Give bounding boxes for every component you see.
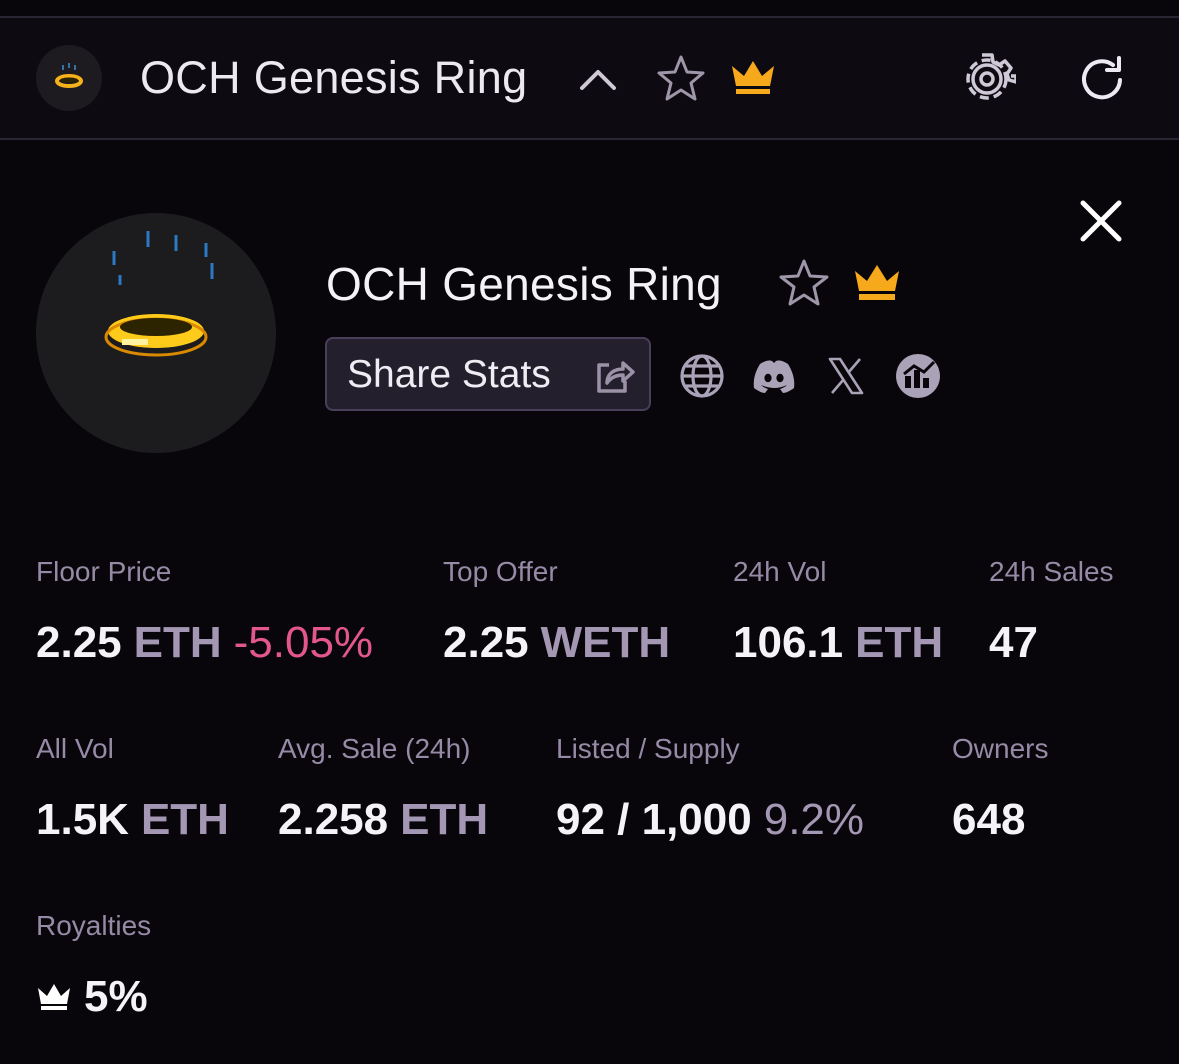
vol-24h-amount: 106.1 — [733, 618, 844, 667]
listed-supply-value: 92 / 1,000 9.2% — [556, 795, 864, 845]
top-offer-value: 2.25 WETH — [443, 618, 670, 668]
all-vol-unit: ETH — [140, 795, 229, 844]
top-offer-unit: WETH — [540, 618, 671, 667]
crown-icon — [732, 61, 774, 94]
all-vol-value: 1.5K ETH — [36, 795, 229, 845]
royalties-value: 5% — [84, 972, 148, 1021]
x-icon[interactable] — [822, 352, 870, 400]
all-vol-label: All Vol — [36, 733, 114, 764]
close-icon[interactable] — [1076, 196, 1126, 246]
top-offer-label: Top Offer — [443, 556, 558, 587]
refresh-icon[interactable] — [1075, 52, 1131, 108]
chevron-up-icon[interactable] — [578, 62, 618, 94]
globe-icon[interactable] — [678, 352, 726, 400]
avg-sale-unit: ETH — [400, 795, 489, 844]
sales-24h-value: 47 — [989, 618, 1038, 667]
listed-percent: 9.2% — [763, 795, 865, 844]
top-strip — [0, 0, 1179, 18]
collection-avatar-small[interactable] — [36, 45, 102, 111]
gear-icon[interactable] — [958, 50, 1016, 108]
avg-sale-value: 2.258 ETH — [278, 795, 488, 845]
stats-icon[interactable] — [894, 352, 942, 400]
crown-icon — [38, 984, 70, 1010]
floor-price-label: Floor Price — [36, 556, 172, 587]
owners-label: Owners — [952, 733, 1049, 764]
collection-avatar — [36, 213, 276, 453]
collection-header-bar: OCH Genesis Ring — [0, 18, 1179, 140]
discord-icon[interactable] — [750, 352, 798, 400]
listed-supply-amount: 92 / 1,000 — [556, 795, 752, 844]
avg-sale-amount: 2.258 — [278, 795, 389, 844]
floor-price-value: 2.25 ETH -5.05% — [36, 618, 373, 668]
owners-value: 648 — [952, 795, 1026, 844]
crown-icon — [855, 265, 899, 300]
vol-24h-label: 24h Vol — [733, 556, 827, 587]
vol-24h-value: 106.1 ETH — [733, 618, 943, 668]
star-icon[interactable] — [777, 258, 831, 308]
all-vol-amount: 1.5K — [36, 795, 129, 844]
top-offer-amount: 2.25 — [443, 618, 529, 667]
star-icon[interactable] — [655, 54, 707, 104]
avg-sale-label: Avg. Sale (24h) — [278, 733, 471, 764]
header-title[interactable]: OCH Genesis Ring — [140, 52, 527, 104]
share-icon — [597, 361, 635, 393]
floor-price-amount: 2.25 — [36, 618, 122, 667]
floor-price-unit: ETH — [133, 618, 222, 667]
royalties-label: Royalties — [36, 910, 152, 941]
floor-price-change: -5.05% — [233, 618, 374, 667]
vol-24h-unit: ETH — [855, 618, 944, 667]
share-stats-button[interactable]: Share Stats — [325, 337, 651, 411]
share-stats-label: Share Stats — [347, 353, 551, 396]
sales-24h-label: 24h Sales — [989, 556, 1114, 587]
collection-title: OCH Genesis Ring — [326, 258, 722, 310]
listed-supply-label: Listed / Supply — [556, 733, 740, 764]
